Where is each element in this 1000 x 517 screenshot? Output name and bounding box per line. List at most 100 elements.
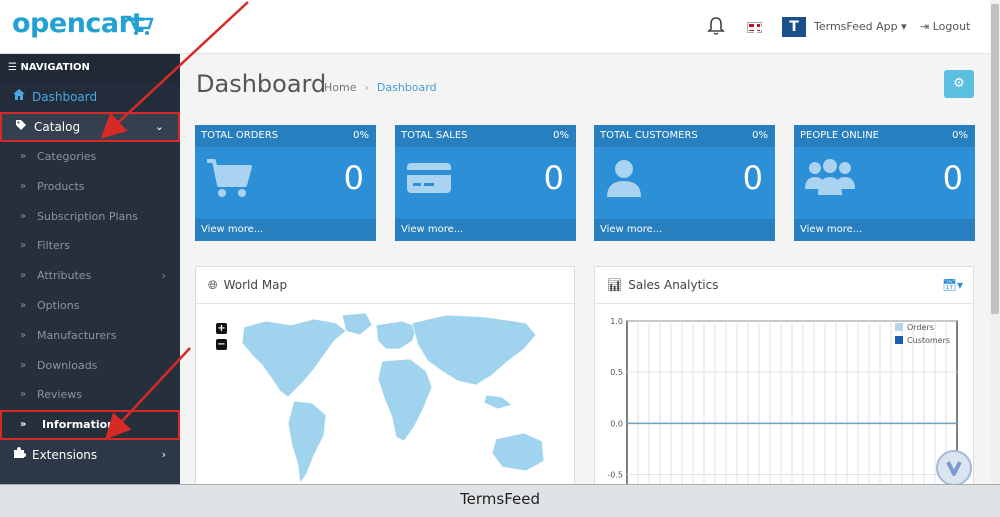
breadcrumb: Home › Dashboard xyxy=(324,81,437,94)
sales-chart: 1.0 0.5 0.0 -0.5 Orders Customers xyxy=(607,317,958,484)
bar-chart-icon: 📊︎ xyxy=(607,278,623,292)
navigation-header[interactable]: ☰ NAVIGATION xyxy=(0,54,180,82)
user-avatar[interactable]: T xyxy=(782,17,806,37)
language-flag-icon[interactable] xyxy=(747,22,762,33)
africa-shape xyxy=(377,358,433,442)
sales-analytics-title: Sales Analytics xyxy=(628,278,719,292)
sidebar-subitem-manufacturers[interactable]: » Manufacturers xyxy=(0,320,180,351)
tile-total-customers: TOTAL CUSTOMERS 0% 0 View more... xyxy=(594,125,775,241)
sidebar-subitem-label: Downloads xyxy=(37,358,98,372)
cart-logo-icon xyxy=(120,15,154,35)
logout-link[interactable]: ⇥ Logout xyxy=(920,20,970,33)
north-america-shape xyxy=(241,318,347,398)
page-title: Dashboard xyxy=(196,70,327,98)
sidebar-item-dashboard[interactable]: Dashboard xyxy=(0,82,180,112)
sidebar-subitem-label: Categories xyxy=(37,150,97,163)
tag-icon xyxy=(13,114,29,140)
users-group-icon xyxy=(805,159,855,195)
europe-shape xyxy=(375,320,419,350)
world-map-panel: 🌐︎ World Map + − xyxy=(195,266,575,484)
bell-icon[interactable] xyxy=(707,16,725,36)
tile-header: TOTAL CUSTOMERS 0% xyxy=(594,125,775,147)
sidebar-subitem-downloads[interactable]: » Downloads xyxy=(0,350,180,381)
credit-card-icon xyxy=(407,163,451,193)
chevron-down-icon: ⌄ xyxy=(154,120,164,133)
tile-view-more-link[interactable]: View more... xyxy=(395,219,576,241)
double-chevron-icon: » xyxy=(20,359,27,371)
double-chevron-icon: » xyxy=(20,329,27,341)
page-scrollbar[interactable] xyxy=(990,0,1000,484)
tile-header: TOTAL ORDERS 0% xyxy=(195,125,376,147)
tile-value: 0 xyxy=(543,159,564,197)
y-tick-label: 0.0 xyxy=(610,419,623,428)
sidebar-subitem-attributes[interactable]: » Attributes › xyxy=(0,261,180,291)
main-content: Dashboard Home › Dashboard ⚙ TOTAL ORDERS 0… xyxy=(180,54,990,484)
tile-title: TOTAL SALES xyxy=(401,130,468,141)
sidebar-subitem-label: Filters xyxy=(37,239,70,253)
tile-view-more-link[interactable]: View more... xyxy=(594,219,775,241)
double-chevron-icon: » xyxy=(20,151,27,162)
southeast-asia-shape xyxy=(483,394,513,410)
world-map[interactable] xyxy=(196,305,574,484)
double-chevron-icon: » xyxy=(20,389,27,401)
tile-view-more-link[interactable]: View more... xyxy=(794,219,975,241)
greenland-shape xyxy=(341,312,373,336)
sidebar-subitem-label: Attributes xyxy=(37,269,92,283)
legend-label-orders: Orders xyxy=(907,323,934,332)
world-map-title: World Map xyxy=(223,278,288,292)
legend-label-customers: Customers xyxy=(907,336,950,345)
tile-total-orders: TOTAL ORDERS 0% 0 View more... xyxy=(195,125,376,241)
menu-icon: ☰ xyxy=(8,62,17,73)
double-chevron-icon: » xyxy=(20,270,27,282)
sidebar-subitem-products[interactable]: » Products xyxy=(0,171,180,202)
sidebar-subitem-subscription-plans[interactable]: » Subscription Plans xyxy=(0,201,180,232)
breadcrumb-home[interactable]: Home xyxy=(324,81,356,94)
scrollbar-thumb[interactable] xyxy=(991,4,999,314)
sidebar-item-extensions[interactable]: Extensions › xyxy=(0,439,180,470)
user-menu-dropdown[interactable]: TermsFeed App ▾ xyxy=(814,20,907,33)
footer: TermsFeed xyxy=(0,484,1000,517)
sidebar-subitem-options[interactable]: » Options xyxy=(0,290,180,321)
user-icon xyxy=(607,160,641,197)
sidebar-subitem-information[interactable]: » Information xyxy=(0,410,180,440)
sidebar-subitem-label: Products xyxy=(37,179,85,193)
tile-percent: 0% xyxy=(553,130,569,141)
double-chevron-icon: » xyxy=(20,180,27,192)
tile-title: PEOPLE ONLINE xyxy=(800,130,879,141)
double-chevron-icon: » xyxy=(20,240,27,252)
calendar-dropdown-icon[interactable]: 📅︎▾ xyxy=(942,278,963,292)
sidebar-subitem-filters[interactable]: » Filters xyxy=(0,231,180,262)
y-tick-label: 0.5 xyxy=(610,368,623,377)
breadcrumb-dashboard[interactable]: Dashboard xyxy=(377,81,437,94)
scroll-down-button[interactable] xyxy=(936,450,972,486)
chevron-right-icon: › xyxy=(161,447,166,461)
tile-total-sales: TOTAL SALES 0% 0 View more... xyxy=(395,125,576,241)
sidebar-subitem-reviews[interactable]: » Reviews xyxy=(0,380,180,411)
logout-label: Logout xyxy=(932,20,971,33)
sidebar: ☰ NAVIGATION Dashboard Catalog ⌄ » Catego… xyxy=(0,54,180,484)
sidebar-item-catalog[interactable]: Catalog ⌄ xyxy=(0,112,180,142)
y-tick-label: -0.5 xyxy=(607,471,623,480)
breadcrumb-separator-icon: › xyxy=(364,81,369,94)
shopping-cart-icon xyxy=(207,159,252,197)
sidebar-item-label: Extensions xyxy=(32,447,98,462)
settings-button[interactable]: ⚙ xyxy=(944,70,974,98)
tile-title: TOTAL ORDERS xyxy=(201,130,279,141)
home-icon xyxy=(11,82,27,112)
sidebar-item-label: Dashboard xyxy=(32,90,98,104)
sidebar-subitem-categories[interactable]: » Categories xyxy=(0,142,180,172)
top-header: opencart T TermsFeed App ▾ ⇥ Logout xyxy=(0,0,990,54)
double-chevron-icon: » xyxy=(20,210,27,222)
tile-title: TOTAL CUSTOMERS xyxy=(600,130,698,141)
tile-value: 0 xyxy=(343,159,364,197)
australia-shape xyxy=(491,432,545,472)
tile-percent: 0% xyxy=(952,130,968,141)
y-tick-label: 1.0 xyxy=(610,317,623,326)
globe-icon: 🌐︎ xyxy=(208,278,218,292)
sidebar-subitem-label: Options xyxy=(37,298,80,312)
tile-percent: 0% xyxy=(752,130,768,141)
chevron-right-icon: › xyxy=(161,269,166,283)
sales-analytics-panel: 📊︎ Sales Analytics 📅︎▾ 1.0 0.5 0.0 -0.5 Order… xyxy=(594,266,974,484)
tile-view-more-link[interactable]: View more... xyxy=(195,219,376,241)
double-chevron-icon: » xyxy=(20,419,27,431)
